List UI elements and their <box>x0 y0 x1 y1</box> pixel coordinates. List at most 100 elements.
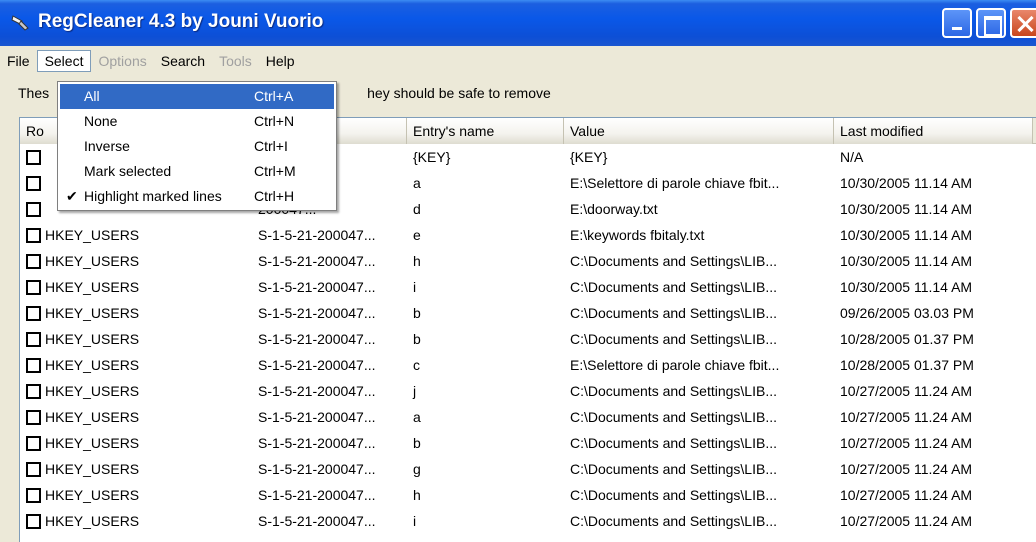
checkmark-icon: ✔ <box>66 188 78 204</box>
root-text: HKEY_USERS <box>45 279 140 295</box>
cell-last-modified: 10/30/2005 11.14 AM <box>840 279 973 295</box>
row-checkbox[interactable] <box>26 331 41 347</box>
cell-last-modified: 10/27/2005 11.24 AM <box>840 487 973 503</box>
cell-value: C:\Documents and Settings\LIB... <box>570 279 777 295</box>
maximize-button[interactable] <box>976 8 1006 38</box>
row-checkbox[interactable] <box>26 305 41 321</box>
cell-last-modified: 10/30/2005 11.14 AM <box>840 253 973 269</box>
cell-value: C:\Documents and Settings\LIB... <box>570 461 777 477</box>
row-checkbox[interactable] <box>26 513 41 529</box>
cell-entry-name: j <box>413 383 417 399</box>
row-checkbox[interactable] <box>26 409 41 425</box>
table-row[interactable]: HKEY_USERS S-1-5-21-200047... b C:\Document… <box>20 326 1036 352</box>
table-row[interactable]: HKEY_USERS S-1-5-21-200047... j C:\Document… <box>20 378 1036 404</box>
window-title: RegCleaner 4.3 by Jouni Vuorio <box>38 11 324 32</box>
cell-value: C:\Documents and Settings\LIB... <box>570 331 777 347</box>
cell-last-modified: 09/26/2005 03.03 PM <box>840 305 974 321</box>
table-row[interactable]: HKEY_USERS S-1-5-21-200047... g C:\Document… <box>20 456 1036 482</box>
table-row[interactable]: HKEY_USERS S-1-5-21-200047... b C:\Document… <box>20 300 1036 326</box>
minimize-button[interactable] <box>942 8 972 38</box>
row-checkbox[interactable] <box>26 461 41 477</box>
root-text: HKEY_USERS <box>45 305 140 321</box>
cell-entry-name: {KEY} <box>413 149 451 165</box>
menu-tools[interactable]: Tools <box>212 50 259 72</box>
row-checkbox[interactable] <box>26 227 41 243</box>
menu-file[interactable]: File <box>0 50 37 72</box>
row-checkbox[interactable] <box>26 357 41 373</box>
cell-entry-name: i <box>413 279 417 295</box>
menu-search[interactable]: Search <box>154 50 212 72</box>
cell-entry-name: h <box>413 487 421 503</box>
cell-key: S-1-5-21-200047... <box>258 487 376 503</box>
cell-key: S-1-5-21-200047... <box>258 253 376 269</box>
table-row[interactable]: HKEY_USERS S-1-5-21-200047... b C:\Document… <box>20 430 1036 456</box>
info-text-left: Thes <box>18 85 50 101</box>
cell-root: HKEY_USERS <box>20 404 252 430</box>
info-text-right: hey should be safe to remove <box>367 85 551 101</box>
table-row[interactable]: HKEY_USERS S-1-5-21-200047... h C:\Document… <box>20 248 1036 274</box>
row-checkbox[interactable] <box>26 435 41 451</box>
cell-root: HKEY_USERS <box>20 456 252 482</box>
cell-entry-name: b <box>413 305 421 321</box>
cell-key: S-1-5-21-200047... <box>258 331 376 347</box>
cell-last-modified: 10/30/2005 11.14 AM <box>840 175 973 191</box>
menu-help[interactable]: Help <box>259 50 302 72</box>
column-entry-name[interactable]: Entry's name <box>407 118 564 144</box>
root-text: HKEY_USERS <box>45 253 140 269</box>
cell-entry-name: b <box>413 435 421 451</box>
cell-key: S-1-5-21-200047... <box>258 357 376 373</box>
cell-key: S-1-5-21-200047... <box>258 513 376 529</box>
menu-item-mark-selected[interactable]: Mark selected Ctrl+M <box>60 159 334 184</box>
row-checkbox[interactable] <box>26 201 41 217</box>
menu-item-none[interactable]: None Ctrl+N <box>60 109 334 134</box>
cell-key: S-1-5-21-200047... <box>258 279 376 295</box>
menu-select[interactable]: Select <box>36 50 92 72</box>
root-text: HKEY_USERS <box>45 461 140 477</box>
menu-options[interactable]: Options <box>91 50 153 72</box>
cell-value: E:\keywords fbitaly.txt <box>570 227 705 243</box>
cell-root: HKEY_USERS <box>20 326 252 352</box>
table-row[interactable]: HKEY_USERS S-1-5-21-200047... a C:\Document… <box>20 404 1036 430</box>
column-value[interactable]: Value <box>564 118 834 144</box>
cell-key: S-1-5-21-200047... <box>258 383 376 399</box>
cell-value: {KEY} <box>570 149 608 165</box>
cell-entry-name: a <box>413 409 421 425</box>
row-checkbox[interactable] <box>26 279 41 295</box>
row-checkbox[interactable] <box>26 253 41 269</box>
table-row[interactable]: HKEY_USERS S-1-5-21-200047... e E:\keywords… <box>20 222 1036 248</box>
title-bar[interactable]: RegCleaner 4.3 by Jouni Vuorio <box>0 0 1036 46</box>
cell-root: HKEY_USERS <box>20 222 252 248</box>
cell-value: C:\Documents and Settings\LIB... <box>570 253 777 269</box>
cell-value: C:\Documents and Settings\LIB... <box>570 487 777 503</box>
cell-value: C:\Documents and Settings\LIB... <box>570 383 777 399</box>
table-row[interactable]: HKEY_USERS S-1-5-21-200047... c E:\Selettor… <box>20 352 1036 378</box>
table-row[interactable]: HKEY_USERS S-1-5-21-200047... i C:\Document… <box>20 274 1036 300</box>
menu-item-inverse[interactable]: Inverse Ctrl+I <box>60 134 334 159</box>
row-checkbox[interactable] <box>26 149 41 165</box>
cell-value: E:\Selettore di parole chiave fbit... <box>570 357 780 373</box>
menu-item-all[interactable]: All Ctrl+A <box>60 84 334 109</box>
menu-item-highlight-marked-lines[interactable]: ✔ Highlight marked lines Ctrl+H <box>60 184 334 209</box>
cell-root: HKEY_USERS <box>20 378 252 404</box>
table-row[interactable]: HKEY_USERS S-1-5-21-200047... h C:\Document… <box>20 482 1036 508</box>
cell-last-modified: 10/30/2005 11.14 AM <box>840 201 973 217</box>
cell-value: C:\Documents and Settings\LIB... <box>570 435 777 451</box>
cell-entry-name: a <box>413 175 421 191</box>
table-row[interactable]: HKEY_USERS S-1-5-21-200047... i C:\Document… <box>20 508 1036 534</box>
root-text: HKEY_USERS <box>45 409 140 425</box>
broom-icon <box>11 15 29 31</box>
cell-entry-name: b <box>413 331 421 347</box>
row-checkbox[interactable] <box>26 487 41 503</box>
close-button[interactable] <box>1010 8 1036 38</box>
cell-entry-name: g <box>413 461 421 477</box>
cell-value: C:\Documents and Settings\LIB... <box>570 513 777 529</box>
root-text: HKEY_USERS <box>45 357 140 373</box>
cell-value: E:\Selettore di parole chiave fbit... <box>570 175 780 191</box>
row-checkbox[interactable] <box>26 383 41 399</box>
root-text: HKEY_USERS <box>45 513 140 529</box>
row-checkbox[interactable] <box>26 175 41 191</box>
column-last-modified[interactable]: Last modified <box>834 118 1033 144</box>
cell-last-modified: 10/30/2005 11.14 AM <box>840 227 973 243</box>
cell-entry-name: d <box>413 201 421 217</box>
cell-value: C:\Documents and Settings\LIB... <box>570 305 777 321</box>
